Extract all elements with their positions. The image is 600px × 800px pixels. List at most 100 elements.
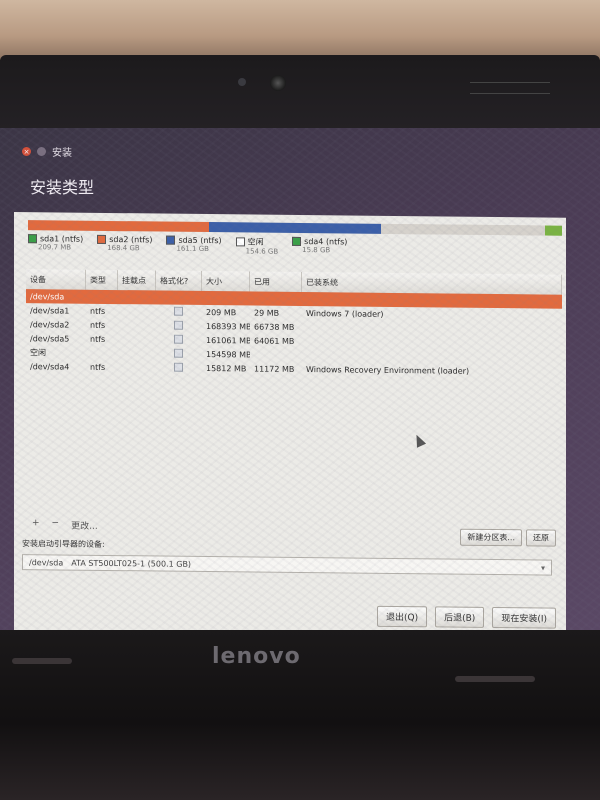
partition-bar-segment[interactable] bbox=[28, 220, 209, 233]
cell-device: /dev/sda1 bbox=[30, 305, 70, 316]
cell-device: /dev/sda bbox=[30, 291, 65, 302]
cell-system bbox=[302, 299, 562, 302]
partition-bar-segment[interactable] bbox=[208, 222, 381, 234]
legend-size: 209.7 MB bbox=[38, 243, 72, 252]
bootloader-select[interactable]: /dev/sda ATA ST500LT025-1 (500.1 GB) ▾ bbox=[22, 554, 552, 576]
cell-used: 29 MB bbox=[254, 308, 280, 318]
cell-size bbox=[202, 298, 250, 299]
background-wall bbox=[0, 0, 600, 60]
legend-size: 168.4 GB bbox=[107, 243, 140, 253]
col-used[interactable]: 已用 bbox=[250, 271, 302, 293]
dialog-buttons: 退出(Q) 后退(B) 现在安装(I) bbox=[377, 605, 556, 629]
legend-item: sda2 (ntfs) 168.4 GB bbox=[97, 234, 153, 255]
cell-used bbox=[250, 354, 302, 355]
legend-size: 154.6 GB bbox=[245, 247, 279, 256]
sensor-icon bbox=[238, 78, 246, 86]
legend-label: sda4 (ntfs) bbox=[304, 237, 348, 247]
installer-panel: sda1 (ntfs) 209.7 MB sda2 (ntfs) 168.4 GB sd… bbox=[14, 212, 566, 633]
cell-used bbox=[250, 298, 302, 299]
format-checkbox-cell bbox=[156, 306, 202, 317]
cell-used: 66738 MB bbox=[254, 322, 295, 332]
legend-size: 15.8 GB bbox=[302, 246, 331, 255]
partition-bar-segment[interactable] bbox=[545, 225, 562, 236]
col-system[interactable]: 已装系统 bbox=[302, 272, 562, 295]
cell-type: ntfs bbox=[90, 306, 106, 316]
page-title: 安装类型 bbox=[30, 178, 95, 197]
legend-item: sda1 (ntfs) 209.7 MB bbox=[28, 234, 83, 254]
col-type[interactable]: 类型 bbox=[86, 269, 118, 291]
mouse-cursor-icon bbox=[411, 432, 427, 448]
vent-left bbox=[12, 658, 72, 664]
legend-label: sda5 (ntfs) bbox=[178, 235, 222, 246]
legend-label: sda2 (ntfs) bbox=[109, 234, 153, 245]
cell-size: 209 MB bbox=[206, 307, 237, 317]
format-checkbox[interactable] bbox=[174, 348, 183, 358]
col-device[interactable]: 设备 bbox=[26, 269, 86, 290]
vent-right bbox=[455, 676, 535, 682]
col-format[interactable]: 格式化? bbox=[156, 270, 202, 291]
legend-item: sda5 (ntfs) 161.1 GB bbox=[166, 235, 222, 256]
cell-used: 11172 MB bbox=[254, 364, 295, 374]
table-action-bar: + − 更改... bbox=[28, 518, 102, 532]
col-size[interactable]: 大小 bbox=[202, 270, 250, 292]
legend-swatch bbox=[28, 234, 37, 244]
cell-system: Windows 7 (loader) bbox=[306, 308, 384, 319]
cell-type: ntfs bbox=[90, 334, 106, 344]
format-checkbox-cell bbox=[156, 334, 202, 345]
quit-button[interactable]: 退出(Q) bbox=[377, 605, 428, 628]
format-checkbox-cell bbox=[156, 348, 202, 359]
cell-system bbox=[302, 327, 562, 330]
revert-button[interactable]: 还原 bbox=[526, 529, 556, 547]
remove-partition-button[interactable]: − bbox=[48, 518, 64, 531]
speaker-grille bbox=[470, 82, 550, 94]
partition-bar-segment[interactable] bbox=[380, 223, 546, 236]
table-right-buttons: 新建分区表... 还原 bbox=[460, 528, 556, 547]
bootloader-description: ATA ST500LT025-1 (500.1 GB) bbox=[71, 558, 192, 569]
cell-used: 64061 MB bbox=[254, 336, 295, 346]
new-partition-table-button[interactable]: 新建分区表... bbox=[460, 528, 522, 547]
window-title: 安装 bbox=[52, 148, 72, 159]
minimize-icon[interactable] bbox=[37, 147, 46, 156]
cell-device: 空闲 bbox=[30, 347, 46, 357]
cell-system bbox=[302, 355, 562, 358]
format-checkbox-cell bbox=[156, 320, 202, 331]
close-icon[interactable]: × bbox=[22, 147, 31, 156]
legend-label: sda1 (ntfs) bbox=[40, 234, 84, 244]
cell-size: 161061 MB bbox=[206, 335, 250, 345]
legend-swatch bbox=[166, 235, 176, 245]
legend-swatch bbox=[292, 236, 302, 247]
partition-legend: sda1 (ntfs) 209.7 MB sda2 (ntfs) 168.4 GB sd… bbox=[28, 234, 347, 256]
legend-item: 空闲 154.6 GB bbox=[235, 236, 279, 256]
legend-item: sda4 (ntfs) 15.8 GB bbox=[292, 236, 348, 257]
cell-device: /dev/sda4 bbox=[30, 361, 70, 372]
format-checkbox[interactable] bbox=[174, 334, 183, 344]
cell-size: 168393 MB bbox=[206, 321, 250, 331]
change-partition-button[interactable]: 更改... bbox=[67, 519, 102, 532]
format-checkbox[interactable] bbox=[174, 362, 183, 372]
cell-size: 15812 MB bbox=[206, 363, 247, 373]
screen: × 安装 安装类型 sda1 (ntfs) 209.7 MB sda2 (ntfs)… bbox=[0, 128, 600, 633]
legend-label: 空闲 bbox=[247, 237, 264, 247]
cell-type: ntfs bbox=[90, 320, 106, 330]
format-checkbox[interactable] bbox=[174, 320, 183, 330]
bootloader-device: /dev/sda bbox=[29, 557, 64, 568]
brand-logo: lenovo bbox=[212, 644, 301, 669]
cell-system: Windows Recovery Environment (loader) bbox=[306, 364, 470, 376]
chevron-down-icon: ▾ bbox=[540, 563, 545, 573]
legend-swatch bbox=[235, 237, 245, 247]
webcam-icon bbox=[270, 75, 286, 91]
format-checkbox-cell bbox=[156, 362, 202, 373]
legend-swatch bbox=[97, 234, 107, 244]
cell-system bbox=[302, 341, 562, 344]
cell-device: /dev/sda2 bbox=[30, 319, 70, 330]
add-partition-button[interactable]: + bbox=[28, 518, 44, 531]
format-checkbox[interactable] bbox=[174, 306, 183, 316]
legend-size: 161.1 GB bbox=[176, 244, 209, 254]
partition-bar bbox=[28, 220, 562, 236]
install-now-button[interactable]: 现在安装(I) bbox=[492, 607, 556, 629]
back-button[interactable]: 后退(B) bbox=[435, 606, 485, 628]
cell-device: /dev/sda5 bbox=[30, 333, 70, 344]
window-titlebar: × 安装 bbox=[22, 144, 72, 159]
col-mount[interactable]: 挂载点 bbox=[118, 270, 156, 291]
cell-type: ntfs bbox=[90, 362, 106, 372]
